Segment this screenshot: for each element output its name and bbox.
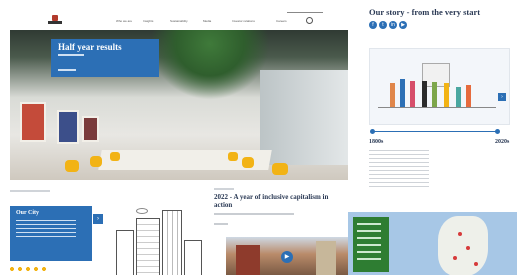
nav-item-who-we-are[interactable]: Who we are bbox=[116, 19, 132, 23]
section-eyebrow bbox=[10, 190, 50, 192]
person-figure bbox=[456, 87, 461, 107]
next-arrow-button[interactable]: › bbox=[498, 93, 506, 101]
timeline-start-label: 1800s bbox=[369, 139, 384, 145]
nav-item-sustainability[interactable]: Sustainability bbox=[170, 19, 188, 23]
story-title: Our story - from the very start bbox=[369, 7, 481, 17]
nav-item-investor-relations[interactable]: Investor relations bbox=[232, 19, 255, 23]
timeline-handle-end[interactable] bbox=[495, 129, 500, 134]
person-figure bbox=[466, 85, 471, 107]
hero-title: Half year results bbox=[58, 42, 122, 52]
chair bbox=[65, 160, 79, 172]
story-panel: Our story - from the very start f t in ▶… bbox=[348, 0, 517, 210]
person-figure bbox=[422, 81, 427, 107]
map-marker[interactable] bbox=[474, 262, 478, 266]
person-figure bbox=[390, 83, 395, 107]
article-section: 2022 - A year of inclusive capitalism in… bbox=[207, 180, 348, 275]
play-icon[interactable]: ▶ bbox=[281, 251, 293, 263]
chair bbox=[242, 157, 254, 168]
hero-subtitle bbox=[58, 54, 84, 56]
language-selector[interactable] bbox=[287, 9, 323, 13]
wall-artwork-2 bbox=[57, 110, 79, 144]
hero-link[interactable] bbox=[58, 69, 76, 71]
map-marker[interactable] bbox=[458, 232, 462, 236]
hero-image: Half year results bbox=[10, 30, 348, 180]
chair bbox=[228, 152, 238, 161]
chair bbox=[110, 152, 120, 161]
map-marker[interactable] bbox=[453, 256, 457, 260]
city-illustration bbox=[106, 200, 206, 275]
hero-title-card[interactable]: Half year results bbox=[51, 39, 159, 77]
city-card-label: Our City bbox=[16, 210, 40, 216]
city-card-text bbox=[16, 220, 76, 240]
nav-item-media[interactable]: Media bbox=[203, 19, 211, 23]
person-figure bbox=[400, 79, 405, 107]
ground-line bbox=[378, 107, 496, 108]
city-card[interactable]: Our City bbox=[10, 206, 92, 261]
yellow-flowers bbox=[8, 266, 48, 272]
wall-artwork-1 bbox=[20, 102, 46, 142]
timeline-handle-start[interactable] bbox=[370, 129, 375, 134]
timeline-track[interactable] bbox=[372, 131, 498, 132]
uk-landmass bbox=[438, 216, 488, 275]
article-title[interactable]: 2022 - A year of inclusive capitalism in… bbox=[214, 193, 342, 209]
window-wall bbox=[260, 70, 348, 165]
city-section: Our City › bbox=[0, 180, 207, 275]
chair bbox=[272, 163, 288, 175]
site-header: Who we are Insights Sustainability Media… bbox=[0, 0, 348, 30]
logo[interactable] bbox=[48, 15, 62, 25]
facebook-icon[interactable]: f bbox=[369, 21, 377, 29]
person-figure bbox=[410, 81, 415, 107]
article-image: ▶ bbox=[226, 237, 348, 275]
twitter-icon[interactable]: t bbox=[379, 21, 387, 29]
wall-artwork-3 bbox=[82, 116, 99, 142]
map-legend-box bbox=[353, 217, 389, 272]
article-read-more[interactable] bbox=[214, 223, 228, 225]
timeline-end-label: 2020s bbox=[495, 139, 510, 145]
person-figure bbox=[432, 82, 437, 107]
search-icon[interactable] bbox=[306, 17, 313, 24]
chair bbox=[90, 156, 102, 167]
nav-item-careers[interactable]: Careers bbox=[276, 19, 287, 23]
article-eyebrow bbox=[214, 188, 234, 190]
youtube-icon[interactable]: ▶ bbox=[399, 21, 407, 29]
story-body-text bbox=[369, 150, 429, 190]
person-figure bbox=[444, 83, 449, 107]
map-marker[interactable] bbox=[466, 246, 470, 250]
hanging-plants bbox=[150, 30, 270, 100]
article-summary bbox=[214, 213, 294, 215]
map-panel[interactable] bbox=[348, 212, 517, 275]
nav-item-insights[interactable]: Insights bbox=[143, 19, 153, 23]
play-button[interactable]: › bbox=[93, 214, 103, 224]
linkedin-icon[interactable]: in bbox=[389, 21, 397, 29]
story-illustration-box bbox=[369, 48, 510, 125]
